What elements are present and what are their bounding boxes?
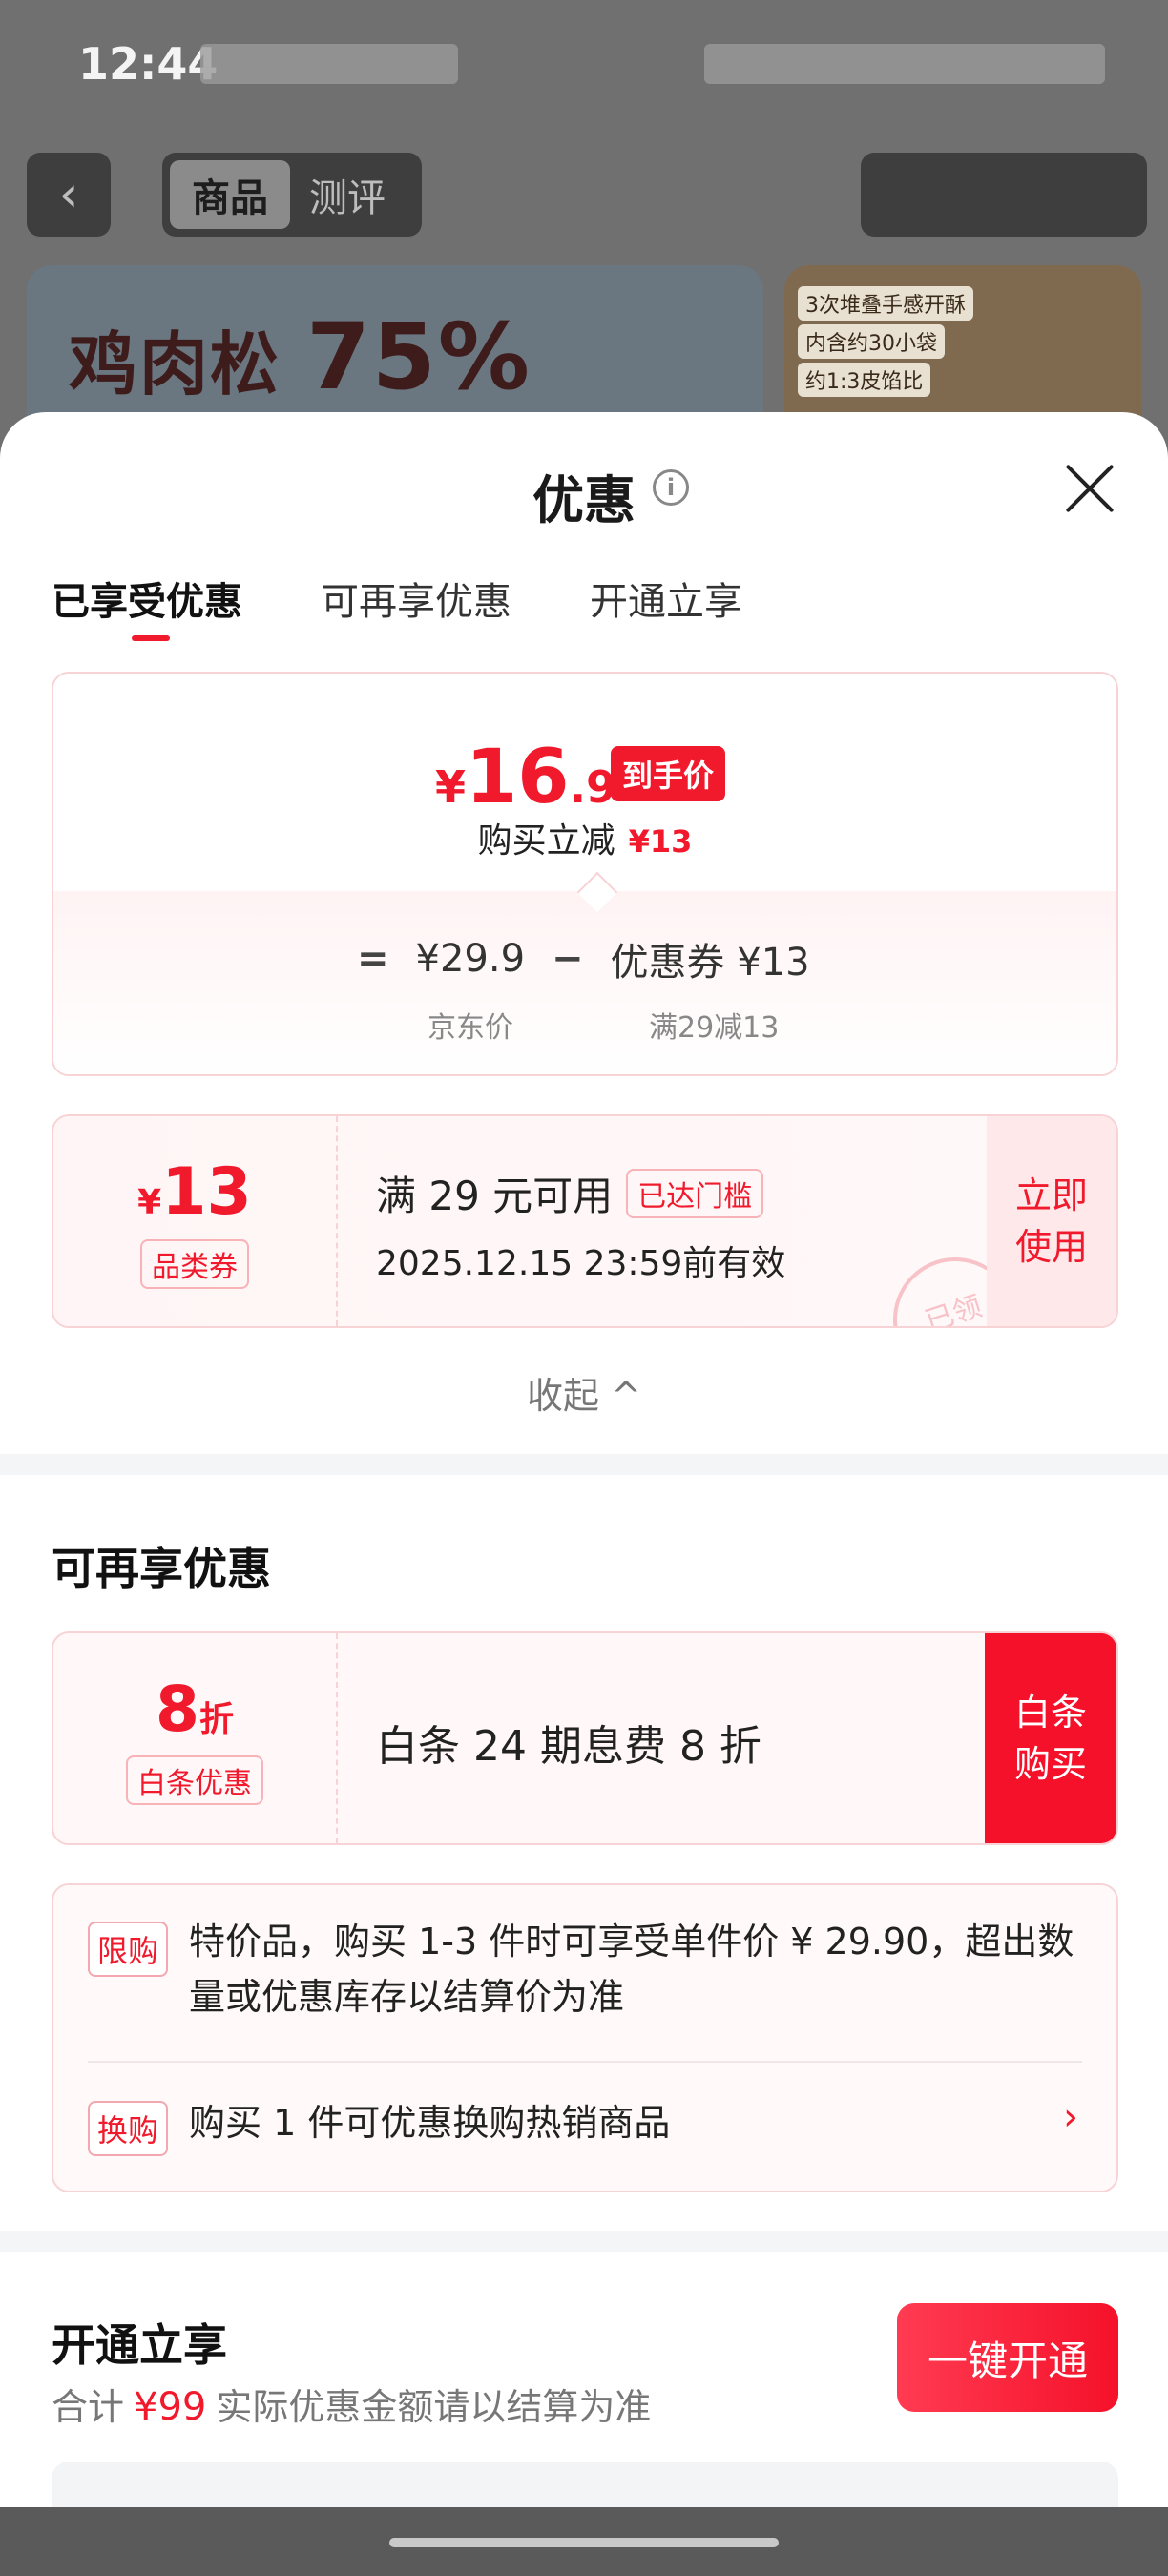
- page-tab-switch: 商品 测评: [162, 153, 422, 237]
- back-button[interactable]: ‹: [27, 153, 111, 237]
- tab-membership[interactable]: 开通立享: [590, 571, 742, 626]
- coupon-rule-label: 满29减13: [649, 1011, 780, 1045]
- baitiao-type: 白条优惠: [126, 1755, 263, 1805]
- reduce-line: 购买立减 ¥13: [477, 821, 693, 861]
- coupon-amount: ¥ 13: [137, 1153, 252, 1230]
- banner-headline: 鸡肉松: [69, 324, 282, 405]
- coupon-condition: 满 29 元可用: [376, 1173, 614, 1219]
- base-price: ¥29.9: [415, 937, 526, 981]
- price-formula: = ¥29.9 − 优惠券 ¥13: [357, 931, 837, 987]
- header-search-blurred[interactable]: [861, 153, 1147, 237]
- tab-enjoyed[interactable]: 已享受优惠: [52, 571, 242, 641]
- chevron-right-icon[interactable]: ›: [1063, 2095, 1078, 2139]
- coupon-deduction: 优惠券 ¥13: [610, 941, 810, 985]
- coupon-type: 品类券: [140, 1238, 249, 1289]
- banner-percent: 75%: [306, 303, 532, 410]
- system-icons-blurred: [704, 44, 1105, 84]
- coupon-validity: 2025.12.15 23:59前有效: [376, 1244, 786, 1283]
- final-price-badge: 到手价: [611, 746, 726, 801]
- baitiao-text: 白条 24 期息费 8 折: [376, 1722, 761, 1771]
- tab-more-discounts[interactable]: 可再享优惠: [321, 571, 511, 626]
- status-bar: 12:44: [0, 0, 1168, 134]
- discount-sheet: 优惠 i 已享受优惠 可再享优惠 开通立享 ¥ 16 .9 到手价 购买立减 ¥1…: [0, 412, 1168, 2507]
- purchase-notes: 限购 特价品，购买 1-3 件时可享受单件价 ¥ 29.90，超出数量或优惠库存…: [52, 1883, 1118, 2192]
- tab-product[interactable]: 商品: [170, 160, 290, 229]
- section-divider: [0, 2231, 1168, 2252]
- banner-tag: 约1:3皮馅比: [798, 363, 931, 397]
- exchange-tag: 换购: [88, 2101, 169, 2156]
- sheet-tabs: 已享受优惠 可再享优惠 开通立享: [52, 571, 821, 641]
- section-divider: [0, 1454, 1168, 1475]
- membership-item: [52, 2462, 1118, 2507]
- background-page: 12:44 ‹ 商品 测评 鸡肉松 75% 3次堆叠手感开酥 内含约30小袋 约…: [0, 0, 1168, 456]
- more-discounts-title: 可再享优惠: [52, 1543, 271, 1594]
- collapse-button[interactable]: 收起 ^: [0, 1366, 1168, 1419]
- coupon-threshold-badge: 已达门槛: [626, 1168, 764, 1218]
- activate-button[interactable]: 一键开通: [897, 2303, 1118, 2412]
- system-nav-bar: [0, 2507, 1168, 2576]
- final-price-card: ¥ 16 .9 到手价 购买立减 ¥13 = ¥29.9 − 优惠券 ¥13 京东…: [52, 672, 1118, 1076]
- banner-tag: 内含约30小袋: [798, 324, 945, 359]
- status-time: 12:44: [78, 38, 219, 90]
- chevron-left-icon: ‹: [58, 166, 79, 223]
- membership-summary: 合计 ¥99 实际优惠金额请以结算为准: [52, 2385, 652, 2429]
- baitiao-discount: 8 折: [156, 1672, 234, 1746]
- category-coupon: ¥ 13 品类券 满 29 元可用 已达门槛 2025.12.15 23:59前…: [52, 1114, 1118, 1328]
- info-icon[interactable]: i: [653, 469, 689, 506]
- tab-review[interactable]: 测评: [290, 160, 405, 229]
- use-coupon-button[interactable]: 立即 使用: [987, 1116, 1116, 1326]
- home-indicator[interactable]: [389, 2538, 779, 2547]
- membership-title: 开通立享: [52, 2319, 227, 2371]
- status-icons-blurred: [200, 44, 458, 84]
- base-price-label: 京东价: [428, 1011, 513, 1045]
- baitiao-buy-button[interactable]: 白条 购买: [985, 1633, 1116, 1843]
- limit-text: 特价品，购买 1-3 件时可享受单件价 ¥ 29.90，超出数量或优惠库存以结算…: [189, 1921, 1074, 2018]
- banner-tag: 3次堆叠手感开酥: [798, 286, 973, 321]
- sheet-title: 优惠: [532, 470, 636, 530]
- baitiao-discount-card: 8 折 白条优惠 白条 24 期息费 8 折 白条 购买: [52, 1631, 1118, 1845]
- close-icon[interactable]: [1063, 462, 1116, 515]
- limit-tag: 限购: [88, 1922, 169, 1977]
- exchange-text[interactable]: 购买 1 件可优惠换购热销商品: [189, 2095, 1086, 2150]
- final-price: ¥ 16 .9: [435, 735, 617, 821]
